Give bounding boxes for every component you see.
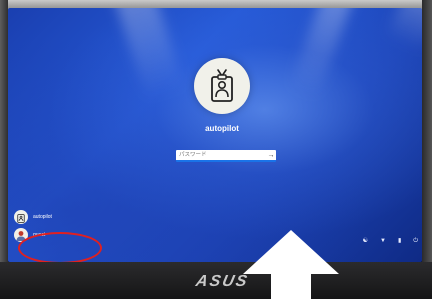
accessibility-icon[interactable]: ☯ — [363, 238, 368, 244]
pod-username: autopilot — [33, 214, 52, 220]
user-avatar[interactable] — [194, 58, 250, 114]
password-input[interactable] — [176, 150, 266, 160]
red-annotation-ellipse — [18, 232, 102, 264]
badge-icon — [17, 213, 25, 223]
wifi-icon[interactable]: ▼ — [380, 238, 386, 244]
monitor-bezel-right — [422, 0, 432, 299]
submit-arrow-icon[interactable]: → — [266, 150, 276, 160]
screen-glare — [110, 8, 186, 102]
battery-icon[interactable]: ▮ — [398, 238, 401, 244]
brand-logo: ASUS — [194, 273, 251, 290]
system-tray[interactable]: ☯ ▼ ▮ ⏻ — [363, 238, 418, 244]
badge-icon — [211, 69, 233, 102]
user-pod[interactable]: autopilot — [14, 210, 52, 224]
monitor-bezel-left — [0, 0, 8, 299]
pod-avatar — [14, 210, 28, 224]
white-arrow-pointer — [243, 230, 339, 299]
password-field[interactable]: → — [176, 150, 276, 162]
power-icon[interactable]: ⏻ — [413, 238, 418, 244]
selected-username: autopilot — [205, 124, 239, 133]
screen-glare — [288, 8, 358, 100]
screen-glare — [385, 8, 422, 54]
login-screen — [8, 8, 422, 262]
